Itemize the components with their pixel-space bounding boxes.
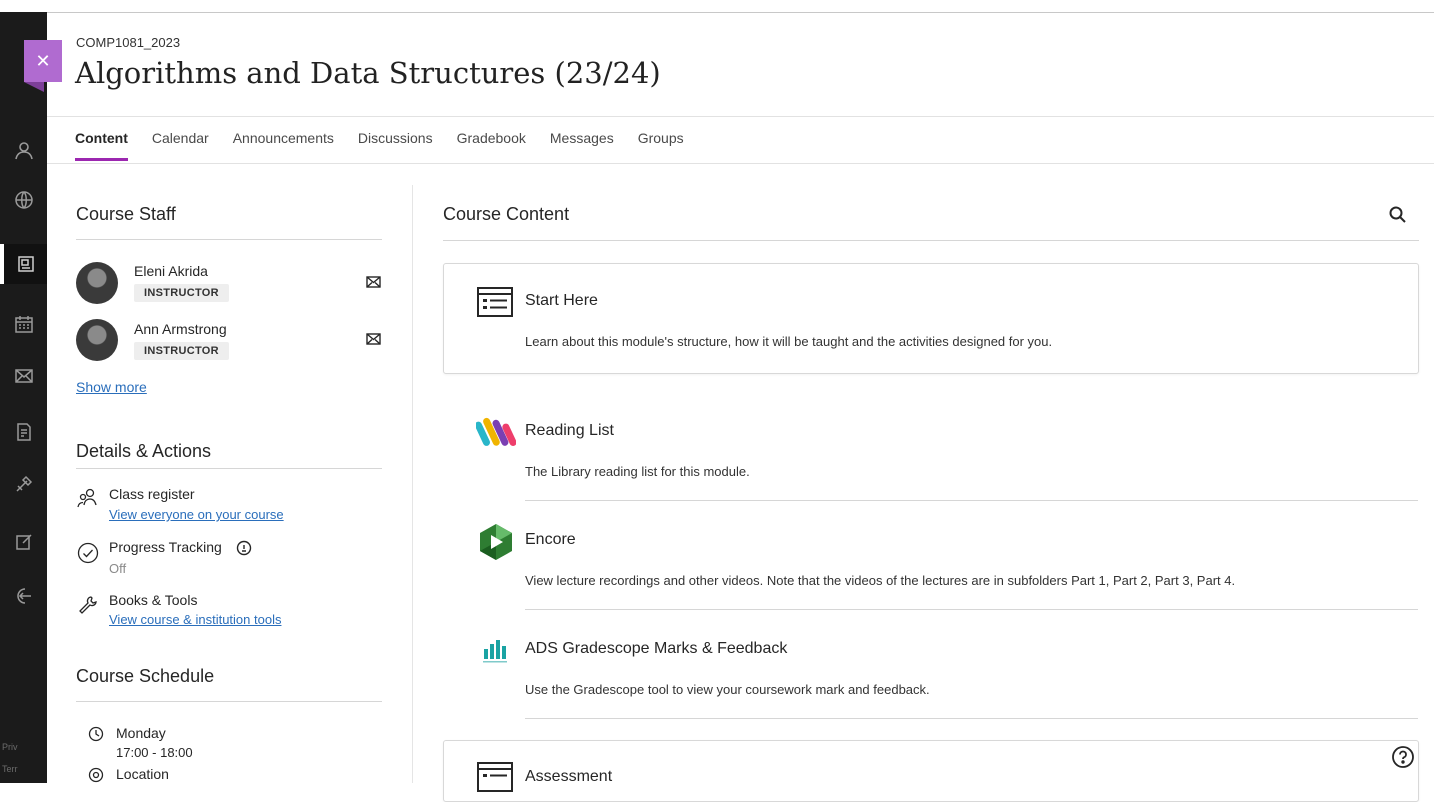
messages-icon[interactable] xyxy=(0,356,47,396)
content-item-start-here[interactable] xyxy=(443,263,1419,374)
details-actions-rule xyxy=(76,468,382,469)
course-staff-heading: Course Staff xyxy=(76,204,176,224)
staff-name[interactable]: Ann Armstrong xyxy=(134,321,227,337)
courses-icon[interactable] xyxy=(0,244,47,284)
content-item-divider xyxy=(525,718,1418,719)
document-list-icon xyxy=(477,762,513,792)
tab-groups[interactable]: Groups xyxy=(638,130,684,161)
info-icon[interactable] xyxy=(236,540,252,556)
email-icon[interactable] xyxy=(366,333,381,345)
content-item-description: Use the Gradescope tool to view your cou… xyxy=(525,682,930,697)
content-item-divider xyxy=(525,500,1418,501)
show-more-link[interactable]: Show more xyxy=(76,379,147,395)
view-tools-link[interactable]: View course & institution tools xyxy=(109,612,281,627)
content-item-title[interactable]: Assessment xyxy=(525,768,612,786)
column-divider xyxy=(412,185,413,783)
view-everyone-link[interactable]: View everyone on your course xyxy=(109,507,284,522)
tab-announcements[interactable]: Announcements xyxy=(233,130,334,161)
privacy-link[interactable]: Priv xyxy=(2,742,18,752)
top-border xyxy=(0,12,1434,13)
content-item-description: Learn about this module's structure, how… xyxy=(525,334,1053,349)
close-icon[interactable]: ✕ xyxy=(24,40,62,82)
schedule-location: Location xyxy=(116,766,169,782)
institution-globe-icon[interactable] xyxy=(0,180,47,220)
content-item-divider xyxy=(525,609,1418,610)
check-circle-icon xyxy=(77,542,99,564)
tabs-divider xyxy=(47,163,1434,164)
content-item-title[interactable]: Start Here xyxy=(525,292,598,310)
tab-calendar[interactable]: Calendar xyxy=(152,130,209,161)
calendar-icon[interactable] xyxy=(0,304,47,344)
terms-link[interactable]: Terr xyxy=(2,764,18,774)
gradescope-logo-icon xyxy=(483,640,507,663)
role-badge: INSTRUCTOR xyxy=(134,284,229,302)
clock-icon xyxy=(88,726,104,742)
global-nav-rail: Priv Terr xyxy=(0,12,47,783)
course-content-heading: Course Content xyxy=(443,204,570,224)
edit-icon[interactable] xyxy=(0,522,47,562)
course-content-rule xyxy=(443,240,1419,241)
wrench-icon xyxy=(79,596,97,614)
class-register-label: Class register xyxy=(109,486,195,502)
reading-list-logo-icon xyxy=(476,417,516,446)
course-staff-rule xyxy=(76,239,382,240)
header-divider xyxy=(47,116,1434,117)
role-badge: INSTRUCTOR xyxy=(134,342,229,360)
encore-logo-icon xyxy=(480,524,512,560)
profile-icon[interactable] xyxy=(0,130,47,170)
tab-content[interactable]: Content xyxy=(75,130,128,161)
tab-gradebook[interactable]: Gradebook xyxy=(457,130,526,161)
grades-icon[interactable] xyxy=(0,412,47,452)
content-item-description: View lecture recordings and other videos… xyxy=(525,573,1236,588)
people-icon xyxy=(77,488,97,508)
location-icon xyxy=(88,767,104,783)
progress-tracking-label: Progress Tracking xyxy=(109,539,222,555)
content-item-title[interactable]: Reading List xyxy=(525,422,614,440)
details-actions-heading: Details & Actions xyxy=(76,441,212,461)
avatar[interactable] xyxy=(76,319,118,361)
tab-messages[interactable]: Messages xyxy=(550,130,614,161)
course-schedule-rule xyxy=(76,701,382,702)
search-icon[interactable] xyxy=(1388,205,1408,225)
course-tabs: Content Calendar Announcements Discussio… xyxy=(75,130,708,161)
schedule-day: Monday xyxy=(116,725,166,741)
course-title: Algorithms and Data Structures (23/24) xyxy=(75,56,661,90)
help-icon[interactable] xyxy=(1391,745,1415,769)
document-list-icon xyxy=(477,287,513,317)
progress-tracking-status: Off xyxy=(109,561,127,576)
tab-discussions[interactable]: Discussions xyxy=(358,130,433,161)
tools-icon[interactable] xyxy=(0,464,47,504)
email-icon[interactable] xyxy=(366,276,381,288)
content-item-title[interactable]: ADS Gradescope Marks & Feedback xyxy=(525,640,787,658)
course-schedule-heading: Course Schedule xyxy=(76,666,215,686)
course-id: COMP1081_2023 xyxy=(76,35,181,50)
content-item-title[interactable]: Encore xyxy=(525,531,576,549)
content-item-description: The Library reading list for this module… xyxy=(525,464,750,479)
schedule-time: 17:00 - 18:00 xyxy=(116,745,193,760)
books-tools-label: Books & Tools xyxy=(109,592,198,608)
staff-name[interactable]: Eleni Akrida xyxy=(134,263,208,279)
sign-out-icon[interactable] xyxy=(0,576,47,616)
avatar[interactable] xyxy=(76,262,118,304)
